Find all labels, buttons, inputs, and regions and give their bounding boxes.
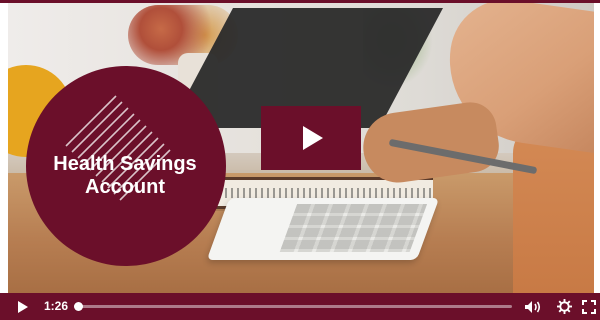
time-display: 1:26 xyxy=(44,299,69,313)
fullscreen-button[interactable] xyxy=(581,293,597,320)
fullscreen-icon xyxy=(582,299,596,314)
progress-handle[interactable] xyxy=(74,302,83,311)
volume-button[interactable] xyxy=(523,293,543,320)
settings-button[interactable] xyxy=(555,293,573,320)
gear-icon xyxy=(556,299,572,314)
play-button[interactable] xyxy=(14,293,32,320)
video-title: Health Savings Account xyxy=(38,153,212,199)
video-title-line-1: Health Savings xyxy=(53,153,197,175)
play-icon xyxy=(303,126,323,150)
video-player-frame: Health Savings Account 1:26 xyxy=(0,0,600,320)
control-bar: 1:26 xyxy=(0,293,600,320)
video-area[interactable]: Health Savings Account xyxy=(8,3,594,293)
play-icon xyxy=(18,300,28,313)
video-title-line-2: Account xyxy=(85,176,165,198)
background-calculator xyxy=(206,198,440,260)
calculator-keys xyxy=(279,204,428,252)
big-play-button[interactable] xyxy=(261,106,361,170)
volume-icon xyxy=(525,300,541,313)
progress-bar[interactable] xyxy=(74,302,512,311)
